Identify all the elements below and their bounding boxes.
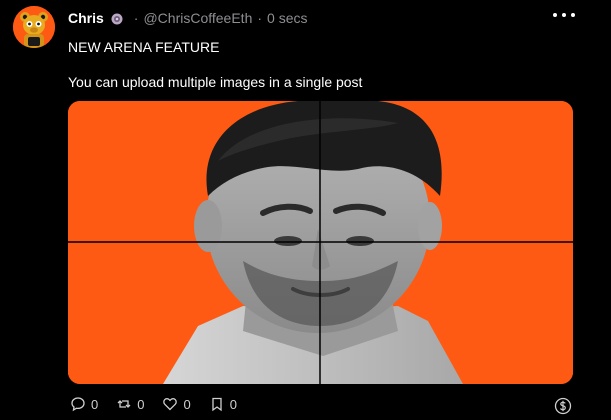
more-dots-icon [553, 13, 557, 17]
avatar[interactable] [13, 6, 55, 48]
post-card: Chris · @ChrisCoffeeEth · 0 secs NEW ARE… [0, 0, 611, 415]
repost-count: 0 [137, 396, 145, 412]
post-header: Chris · @ChrisCoffeeEth · 0 secs [68, 9, 308, 27]
post-timestamp: 0 secs [267, 10, 308, 26]
author-display-name[interactable]: Chris [68, 10, 104, 26]
tip-button[interactable] [554, 397, 572, 415]
coffee-badge-icon [111, 12, 123, 25]
bookmark-count: 0 [229, 396, 237, 412]
like-count: 0 [183, 396, 191, 412]
more-dot [562, 13, 566, 17]
dollar-tip-icon [554, 397, 572, 415]
more-options-button[interactable] [553, 8, 575, 22]
comment-count: 0 [91, 396, 99, 412]
portrait-image [68, 101, 573, 384]
header-separator-2: · [257, 10, 263, 26]
author-handle[interactable]: @ChrisCoffeeEth [143, 10, 252, 26]
post-text-line: NEW ARENA FEATURE [68, 39, 220, 55]
header-separator: · [133, 10, 139, 26]
bear-avatar-icon [13, 6, 55, 48]
more-dot [571, 13, 575, 17]
post-text-line: You can upload multiple images in a sing… [68, 74, 363, 90]
post-image-grid[interactable] [68, 101, 573, 384]
